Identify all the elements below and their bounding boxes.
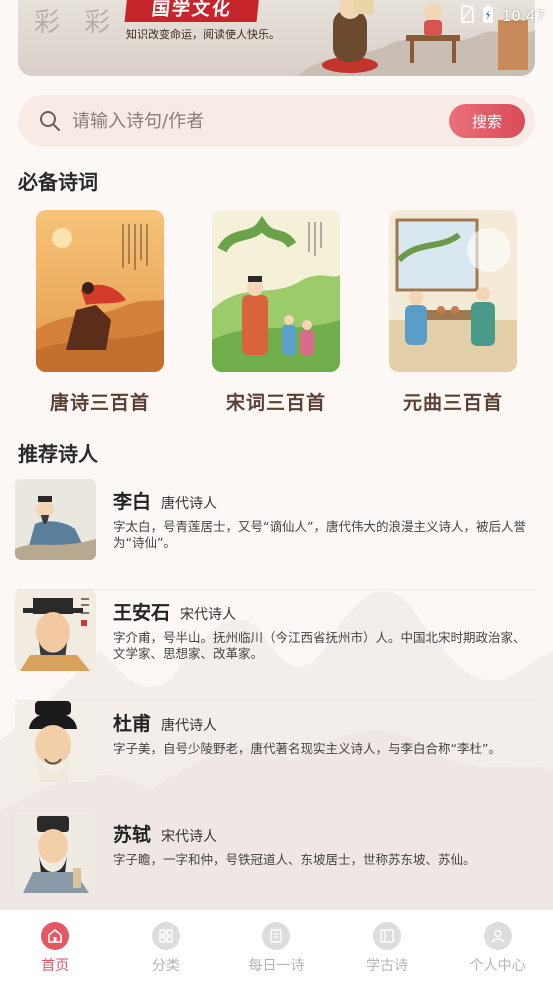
document-icon [262,922,291,950]
poet-item-li-bai[interactable]: 李白 唐代诗人 字太白，号青莲居士，又号“谪仙人”，唐代伟大的浪漫主义诗人，被后人… [15,479,535,590]
poet-avatar [15,812,96,893]
poet-avatar [15,479,96,560]
poet-description: 字子美，自号少陵野老，唐代著名现实主义诗人，与李白合称“李杜”。 [113,741,501,756]
book-item-song[interactable]: 宋词三百首 [212,210,340,415]
book-label: 元曲三百首 [402,392,503,414]
user-icon [483,922,512,950]
poet-era: 唐代诗人 [161,718,218,734]
poet-era: 唐代诗人 [161,496,218,512]
poet-name: 李白 唐代诗人 [113,487,217,514]
battery-charging-icon [482,4,494,28]
tang-poems-cover-image [36,210,164,372]
poets-section-title: 推荐诗人 [18,442,98,466]
banner-title: 国学文化 [124,0,260,22]
book-item-yuan[interactable]: 元曲三百首 [389,210,517,415]
tab-label: 首页 [41,958,70,974]
poet-name-text: 杜甫 [113,713,152,735]
poet-item-du-fu[interactable]: 杜甫 唐代诗人 字子美，自号少陵野老，唐代著名现实主义诗人，与李白合称“李杜”。 [15,701,535,812]
search-bar: 搜索 [18,95,535,147]
poet-name: 苏轼 宋代诗人 [113,820,217,847]
banner-slogan: 知识改变命运，阅读使人快乐。 [126,28,280,41]
tab-label: 每日一诗 [248,958,305,974]
poet-era: 宋代诗人 [161,829,218,845]
poet-avatar [15,590,96,671]
bottom-tab-bar: 首页 分类 每日一诗 学古诗 个人中心 [0,909,553,983]
poet-item-wang-anshi[interactable]: 王安石 宋代诗人 字介甫，号半山。抚州临川（今江西省抚州市）人。中国北宋时期政治家… [15,590,535,701]
status-bar: 10:47 [460,4,545,28]
poet-description: 字介甫，号半山。抚州临川（今江西省抚州市）人。中国北宋时期政治家、文学家、思想家… [113,630,526,661]
poet-name: 杜甫 唐代诗人 [113,709,217,736]
book-label: 宋词三百首 [225,392,326,414]
poet-item-su-shi[interactable]: 苏轼 宋代诗人 字子瞻，一字和仲，号铁冠道人、东坡居士，世称苏东坡、苏仙。 [15,812,535,923]
book-item-tang[interactable]: 唐诗三百首 [36,210,164,415]
search-icon [40,111,60,131]
poet-name-text: 李白 [113,491,152,513]
home-icon [41,922,70,950]
tab-profile[interactable]: 个人中心 [442,910,553,983]
book-label: 唐诗三百首 [49,392,150,414]
tab-home[interactable]: 首页 [0,910,111,983]
grid-icon [151,922,180,950]
essentials-section-title: 必备诗词 [18,170,98,194]
song-ci-cover-image [212,210,340,372]
tab-daily-poem[interactable]: 每日一诗 [221,910,332,983]
tab-category[interactable]: 分类 [111,910,222,983]
tab-learn-poems[interactable]: 学古诗 [332,910,443,983]
status-time: 10:47 [501,7,545,25]
search-button[interactable]: 搜索 [449,104,525,138]
poet-era: 宋代诗人 [180,607,237,623]
book-icon [373,922,402,950]
tab-label: 学古诗 [366,958,409,974]
no-sim-icon [460,5,474,27]
tab-label: 个人中心 [469,958,526,974]
poet-name-text: 苏轼 [113,824,152,846]
poet-description: 字太白，号青莲居士，又号“谪仙人”，唐代伟大的浪漫主义诗人，被后人誉为“诗仙”。 [113,519,526,550]
search-input[interactable] [72,105,442,137]
yuan-qu-cover-image [389,210,517,372]
poet-description: 字子瞻，一字和仲，号铁冠道人、东坡居士，世称苏东坡、苏仙。 [113,852,476,867]
poet-name: 王安石 宋代诗人 [113,598,236,625]
poet-name-text: 王安石 [113,602,171,624]
tab-label: 分类 [151,958,180,974]
banner-calligraphy-decoration: 彩 彩 [34,8,119,38]
top-banner[interactable]: 彩 彩 国学文化 知识改变命运，阅读使人快乐。 [18,0,535,76]
poet-avatar [15,701,96,782]
